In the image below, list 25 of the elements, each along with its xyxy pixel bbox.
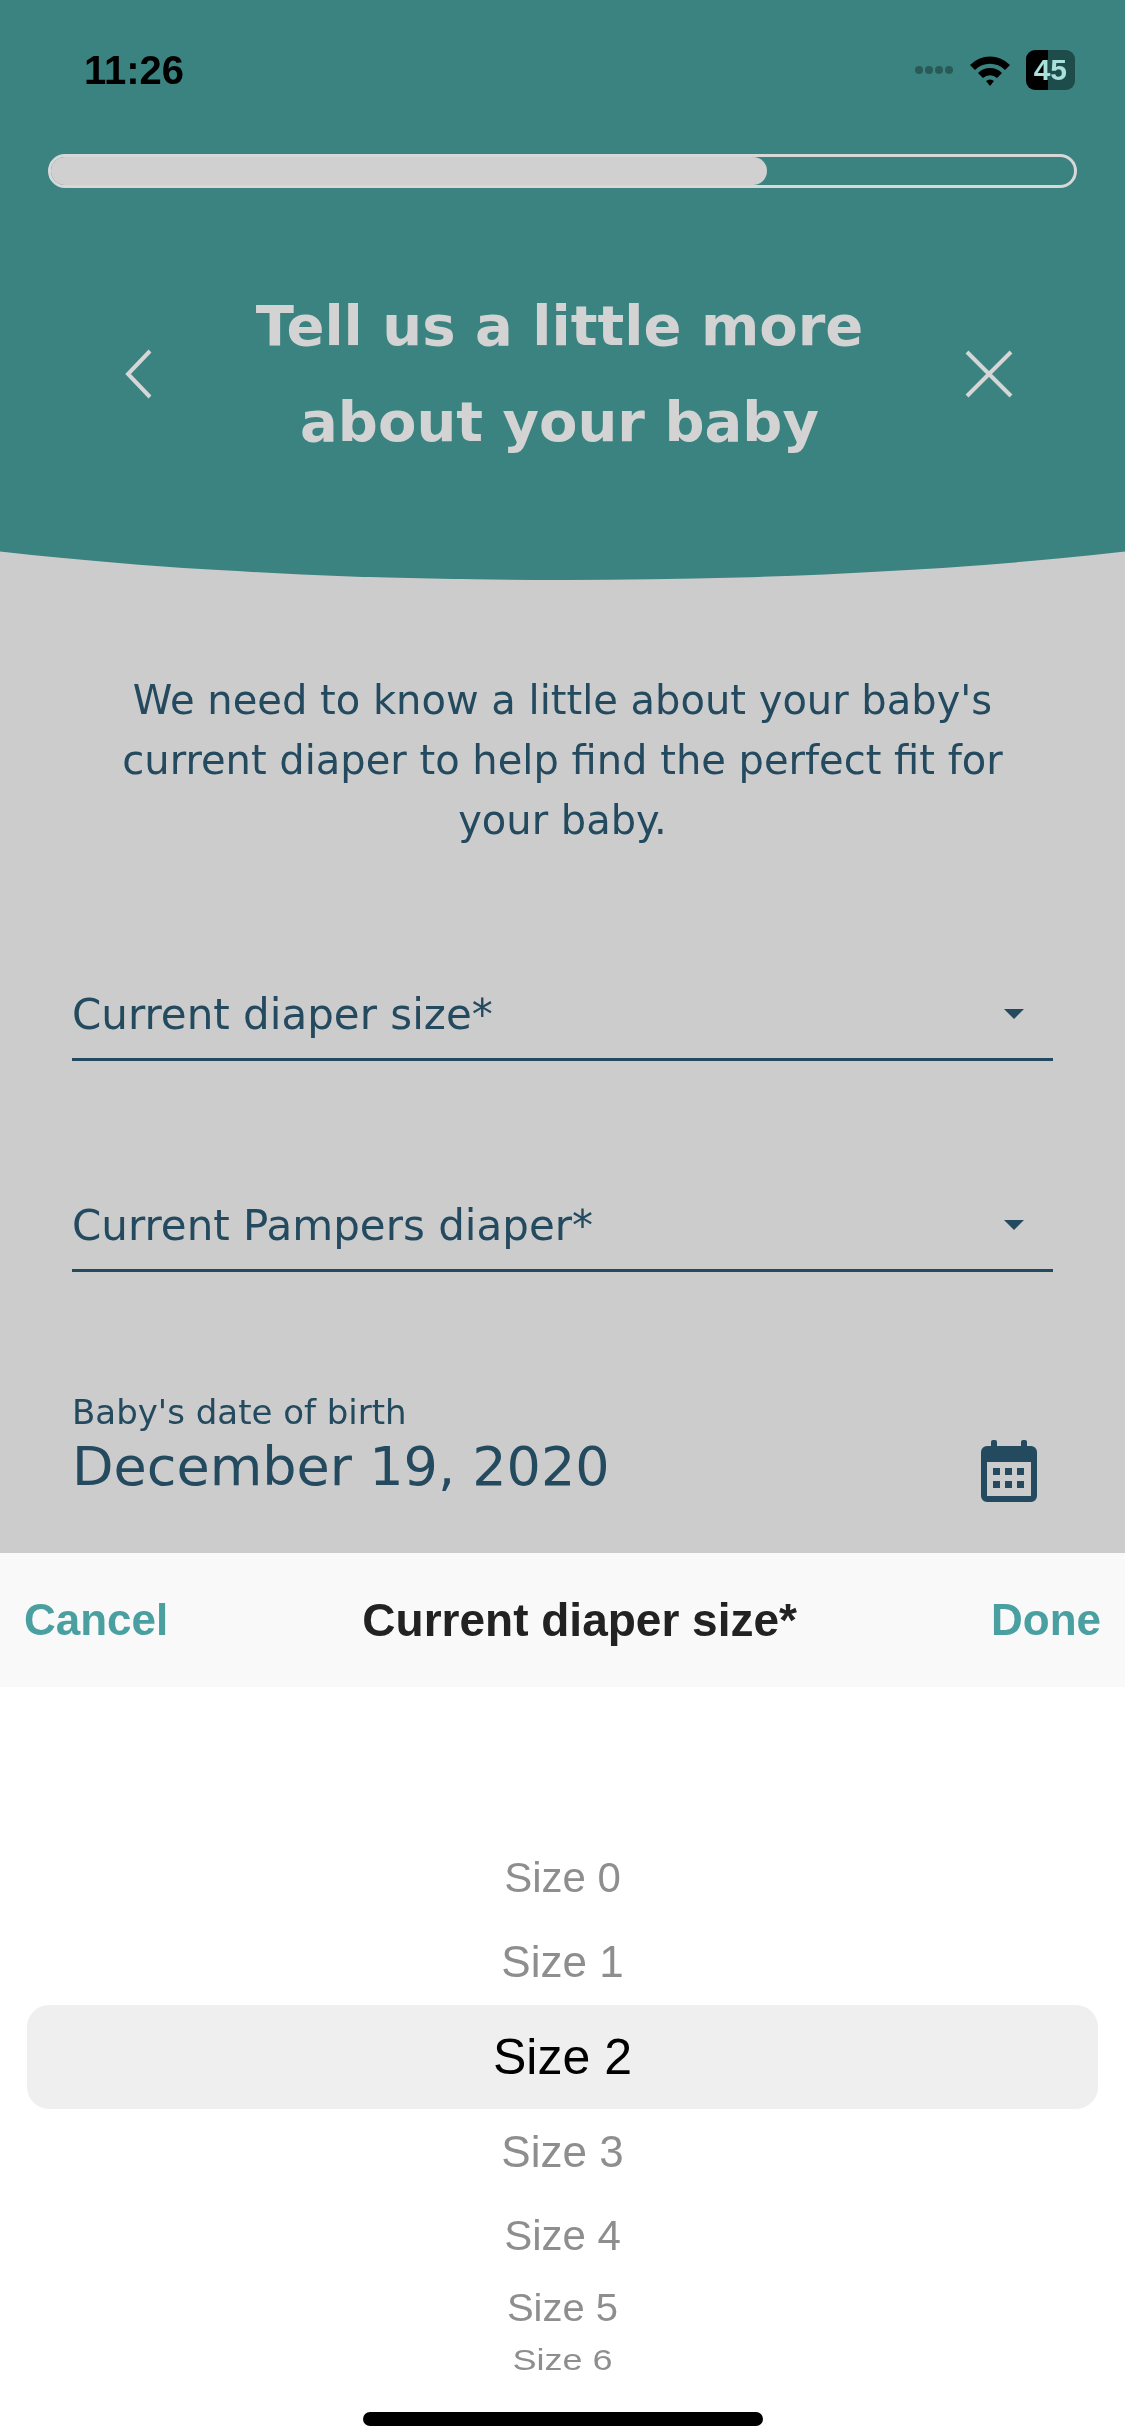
cancel-button[interactable]: Cancel [24, 1589, 169, 1651]
done-button[interactable]: Done [991, 1589, 1101, 1651]
intro-text: We need to know a little about your baby's current diaper to help find the perfect fit for your baby. [121, 676, 1004, 845]
picker-option[interactable]: Size 2 [493, 2005, 632, 2109]
dropdown-field[interactable]: Current diaper size* [72, 970, 1053, 1061]
signal-icon [913, 65, 954, 75]
caret-icon [1003, 1219, 1025, 1231]
picker-option[interactable]: Size 1 [501, 1919, 624, 2005]
picker-title: Current diaper size* [362, 1593, 797, 1647]
picker-option[interactable]: Size 3 [501, 2109, 624, 2195]
close-icon[interactable] [963, 348, 1015, 400]
caret-icon [1003, 1008, 1025, 1020]
picker-option[interactable]: Size 4 [504, 2195, 621, 2277]
field-label: Baby's date of birth [72, 1392, 408, 1432]
page-title: Tell us a little more [255, 292, 864, 360]
picker-option[interactable]: Size 6 [512, 2343, 613, 2377]
battery-level: 45 [1025, 50, 1075, 90]
calendar-icon[interactable] [981, 1440, 1037, 1502]
picker-option[interactable]: Size 0 [504, 1837, 621, 1919]
status-time: 11:26 [84, 47, 185, 93]
picker-option[interactable]: Size 5 [506, 2278, 619, 2338]
date-field[interactable]: December 19, 2020 [72, 1432, 610, 1502]
dropdown-field[interactable]: Current Pampers diaper* [72, 1181, 1053, 1272]
page-title: about your baby [300, 388, 819, 456]
picker-selection[interactable]: Size 2 [27, 2005, 1098, 2109]
